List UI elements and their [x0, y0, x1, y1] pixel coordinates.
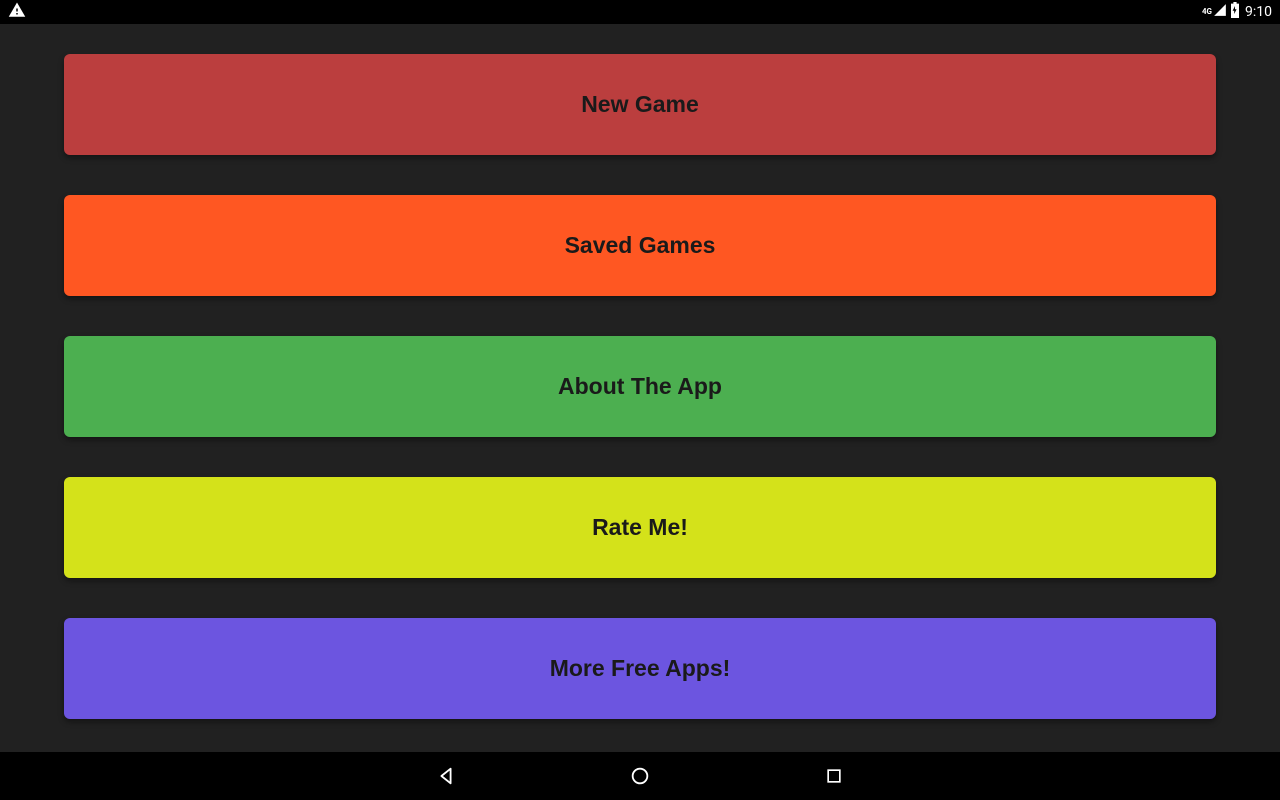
about-app-button[interactable]: About The App [64, 336, 1216, 437]
status-bar: 4G 9:10 [0, 0, 1280, 24]
warning-icon [8, 1, 26, 23]
saved-games-button[interactable]: Saved Games [64, 195, 1216, 296]
navigation-bar [0, 752, 1280, 800]
main-menu: New Game Saved Games About The App Rate … [0, 24, 1280, 752]
status-right: 4G 9:10 [1202, 2, 1272, 22]
button-label: New Game [581, 91, 699, 118]
network-label: 4G [1202, 8, 1212, 16]
button-label: Saved Games [565, 232, 716, 259]
battery-charging-icon [1230, 2, 1240, 22]
button-label: More Free Apps! [550, 655, 731, 682]
status-left [8, 1, 26, 23]
home-button[interactable] [628, 764, 652, 788]
more-apps-button[interactable]: More Free Apps! [64, 618, 1216, 719]
new-game-button[interactable]: New Game [64, 54, 1216, 155]
button-label: Rate Me! [592, 514, 688, 541]
signal-icon [1213, 3, 1227, 21]
button-label: About The App [558, 373, 722, 400]
clock: 9:10 [1245, 4, 1272, 20]
recent-apps-button[interactable] [822, 764, 846, 788]
rate-me-button[interactable]: Rate Me! [64, 477, 1216, 578]
back-button[interactable] [434, 764, 458, 788]
